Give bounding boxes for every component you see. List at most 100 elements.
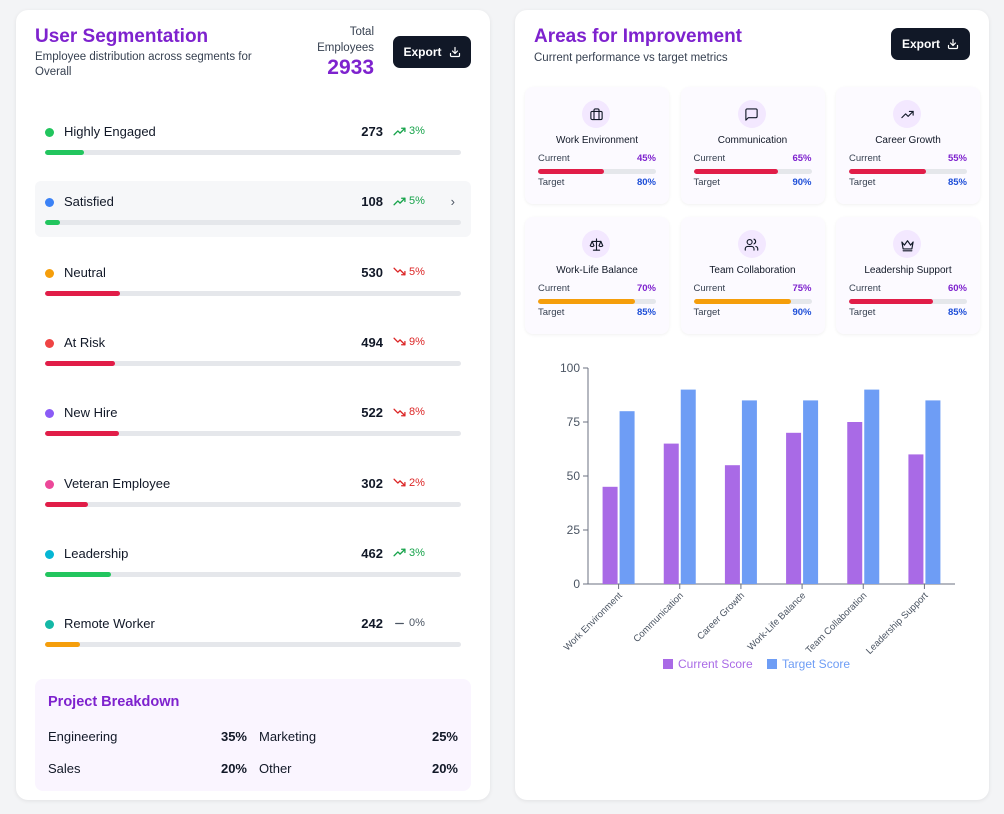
metric-name: Communication bbox=[717, 135, 788, 146]
trending-up-icon bbox=[393, 126, 406, 137]
metric-target-value: 85% bbox=[947, 307, 967, 318]
total-employees-label: Total Employees bbox=[317, 26, 374, 54]
segment-count: 273 bbox=[361, 124, 383, 139]
metric-current-row: Current 60% bbox=[849, 283, 967, 294]
segmentation-subtitle: Employee distribution across segments fo… bbox=[35, 51, 252, 78]
segment-progress-track bbox=[45, 642, 461, 648]
segment-row[interactable]: Highly Engaged 273 3% bbox=[35, 111, 471, 167]
metric-card: Work Environment Current 45% Target 80% bbox=[525, 87, 669, 204]
project-breakdown-title: Project Breakdown bbox=[48, 694, 180, 710]
project-item-other: Other 20% bbox=[259, 761, 458, 776]
segment-trend-value: 3% bbox=[409, 546, 425, 559]
legend-target-label: Target Score bbox=[782, 657, 850, 671]
segment-dot bbox=[45, 268, 54, 278]
metric-target-label: Target bbox=[693, 307, 720, 318]
segmentation-export-button[interactable]: Export bbox=[393, 36, 471, 68]
segment-count: 462 bbox=[361, 545, 383, 561]
segment-trend-value: 0% bbox=[409, 617, 425, 630]
project-item-label: Engineering bbox=[48, 729, 118, 744]
segment-count: 494 bbox=[361, 334, 383, 350]
metric-target-value: 80% bbox=[636, 177, 656, 188]
target-score-bar bbox=[619, 411, 635, 584]
metric-target-label: Target bbox=[693, 177, 720, 188]
segment-count: 530 bbox=[361, 264, 383, 280]
metric-current-value: 75% bbox=[792, 283, 812, 294]
metric-progress-track bbox=[693, 299, 812, 304]
x-tick-label: Work-Life Balance bbox=[746, 590, 809, 653]
segment-row[interactable]: Leadership 462 3% bbox=[35, 533, 471, 589]
project-item-value: 20% bbox=[431, 761, 458, 776]
segment-row[interactable]: Remote Worker 242 0% bbox=[35, 603, 471, 659]
segment-row[interactable]: Neutral 530 5% bbox=[35, 252, 471, 308]
metric-current-row: Current 70% bbox=[538, 283, 656, 294]
metric-current-row: Current 55% bbox=[849, 153, 967, 164]
segment-progress-track bbox=[45, 501, 461, 507]
metric-target-label: Target bbox=[538, 307, 565, 318]
download-icon bbox=[449, 46, 460, 58]
improvement-subtitle: Current performance vs target metrics bbox=[534, 52, 728, 64]
project-item-label: Marketing bbox=[259, 729, 317, 744]
metric-target-row: Target 85% bbox=[849, 177, 967, 188]
x-tick-label: Communication bbox=[631, 590, 685, 644]
download-icon bbox=[947, 38, 959, 50]
metric-name: Work-Life Balance bbox=[556, 265, 638, 276]
scale-icon bbox=[582, 230, 610, 258]
target-score-bar bbox=[680, 389, 696, 584]
segment-progress-track bbox=[45, 360, 461, 366]
segment-progress-track bbox=[45, 290, 461, 296]
legend-target-swatch bbox=[767, 659, 777, 669]
segment-label: Neutral bbox=[64, 264, 106, 280]
segment-trend-value: 8% bbox=[409, 406, 425, 419]
segment-label: Satisfied bbox=[64, 194, 114, 210]
metric-card: Work-Life Balance Current 70% Target 85% bbox=[525, 217, 669, 334]
metric-target-row: Target 85% bbox=[538, 307, 656, 318]
areas-for-improvement-card: Areas for Improvement Current performanc… bbox=[515, 10, 989, 800]
project-item-value: 25% bbox=[431, 729, 458, 744]
segment-trend: 8% bbox=[393, 406, 425, 418]
improvement-export-button[interactable]: Export bbox=[891, 28, 970, 60]
metric-name: Career Growth bbox=[875, 135, 941, 146]
project-breakdown: Project Breakdown Engineering 35% Market… bbox=[35, 679, 471, 791]
metric-current-value: 45% bbox=[636, 153, 656, 164]
metric-progress-fill bbox=[693, 169, 779, 174]
segment-row[interactable]: Satisfied 108 5% › bbox=[35, 181, 471, 238]
metric-target-value: 90% bbox=[792, 307, 812, 318]
metric-current-value: 70% bbox=[636, 283, 656, 294]
segment-label: Leadership bbox=[64, 545, 129, 561]
metric-progress-track bbox=[849, 169, 967, 174]
trending-up-icon bbox=[893, 100, 921, 128]
segment-trend-value: 9% bbox=[409, 335, 425, 348]
segment-row[interactable]: At Risk 494 9% bbox=[35, 322, 471, 378]
segment-dot bbox=[45, 198, 54, 208]
message-square-icon bbox=[737, 100, 766, 128]
segment-trend: 5% bbox=[393, 195, 425, 207]
segment-trend: 0% bbox=[393, 617, 425, 629]
metric-current-label: Current bbox=[538, 153, 570, 164]
y-tick-label: 100 bbox=[560, 361, 580, 375]
metric-progress-fill bbox=[849, 299, 933, 304]
legend-current-label: Current Score bbox=[678, 657, 753, 671]
metric-card: Leadership Support Current 60% Target 85% bbox=[836, 217, 980, 334]
metric-current-label: Current bbox=[693, 153, 726, 164]
metric-progress-track bbox=[693, 169, 812, 174]
segment-dot bbox=[45, 338, 54, 348]
trending-up-icon bbox=[393, 547, 406, 558]
metric-progress-fill bbox=[538, 169, 605, 174]
segment-trend: 2% bbox=[393, 477, 425, 489]
x-tick-label: Work Environment bbox=[562, 590, 625, 653]
segment-label: New Hire bbox=[64, 405, 118, 421]
trending-down-icon bbox=[393, 477, 406, 488]
x-tick-label: Leadership Support bbox=[864, 590, 931, 657]
segment-row[interactable]: New Hire 522 8% bbox=[35, 392, 471, 448]
metric-name: Leadership Support bbox=[864, 265, 952, 276]
segment-row[interactable]: Veteran Employee 302 2% bbox=[35, 463, 471, 519]
segment-dot bbox=[45, 549, 54, 559]
minus-icon bbox=[393, 618, 406, 629]
project-item-value: 20% bbox=[220, 761, 247, 776]
segmentation-title: User Segmentation bbox=[35, 26, 209, 47]
segment-progress-track bbox=[45, 150, 461, 155]
segment-trend: 9% bbox=[393, 336, 425, 348]
segment-count: 302 bbox=[361, 475, 383, 491]
trending-down-icon bbox=[393, 336, 406, 347]
chevron-right-icon: › bbox=[450, 194, 455, 210]
